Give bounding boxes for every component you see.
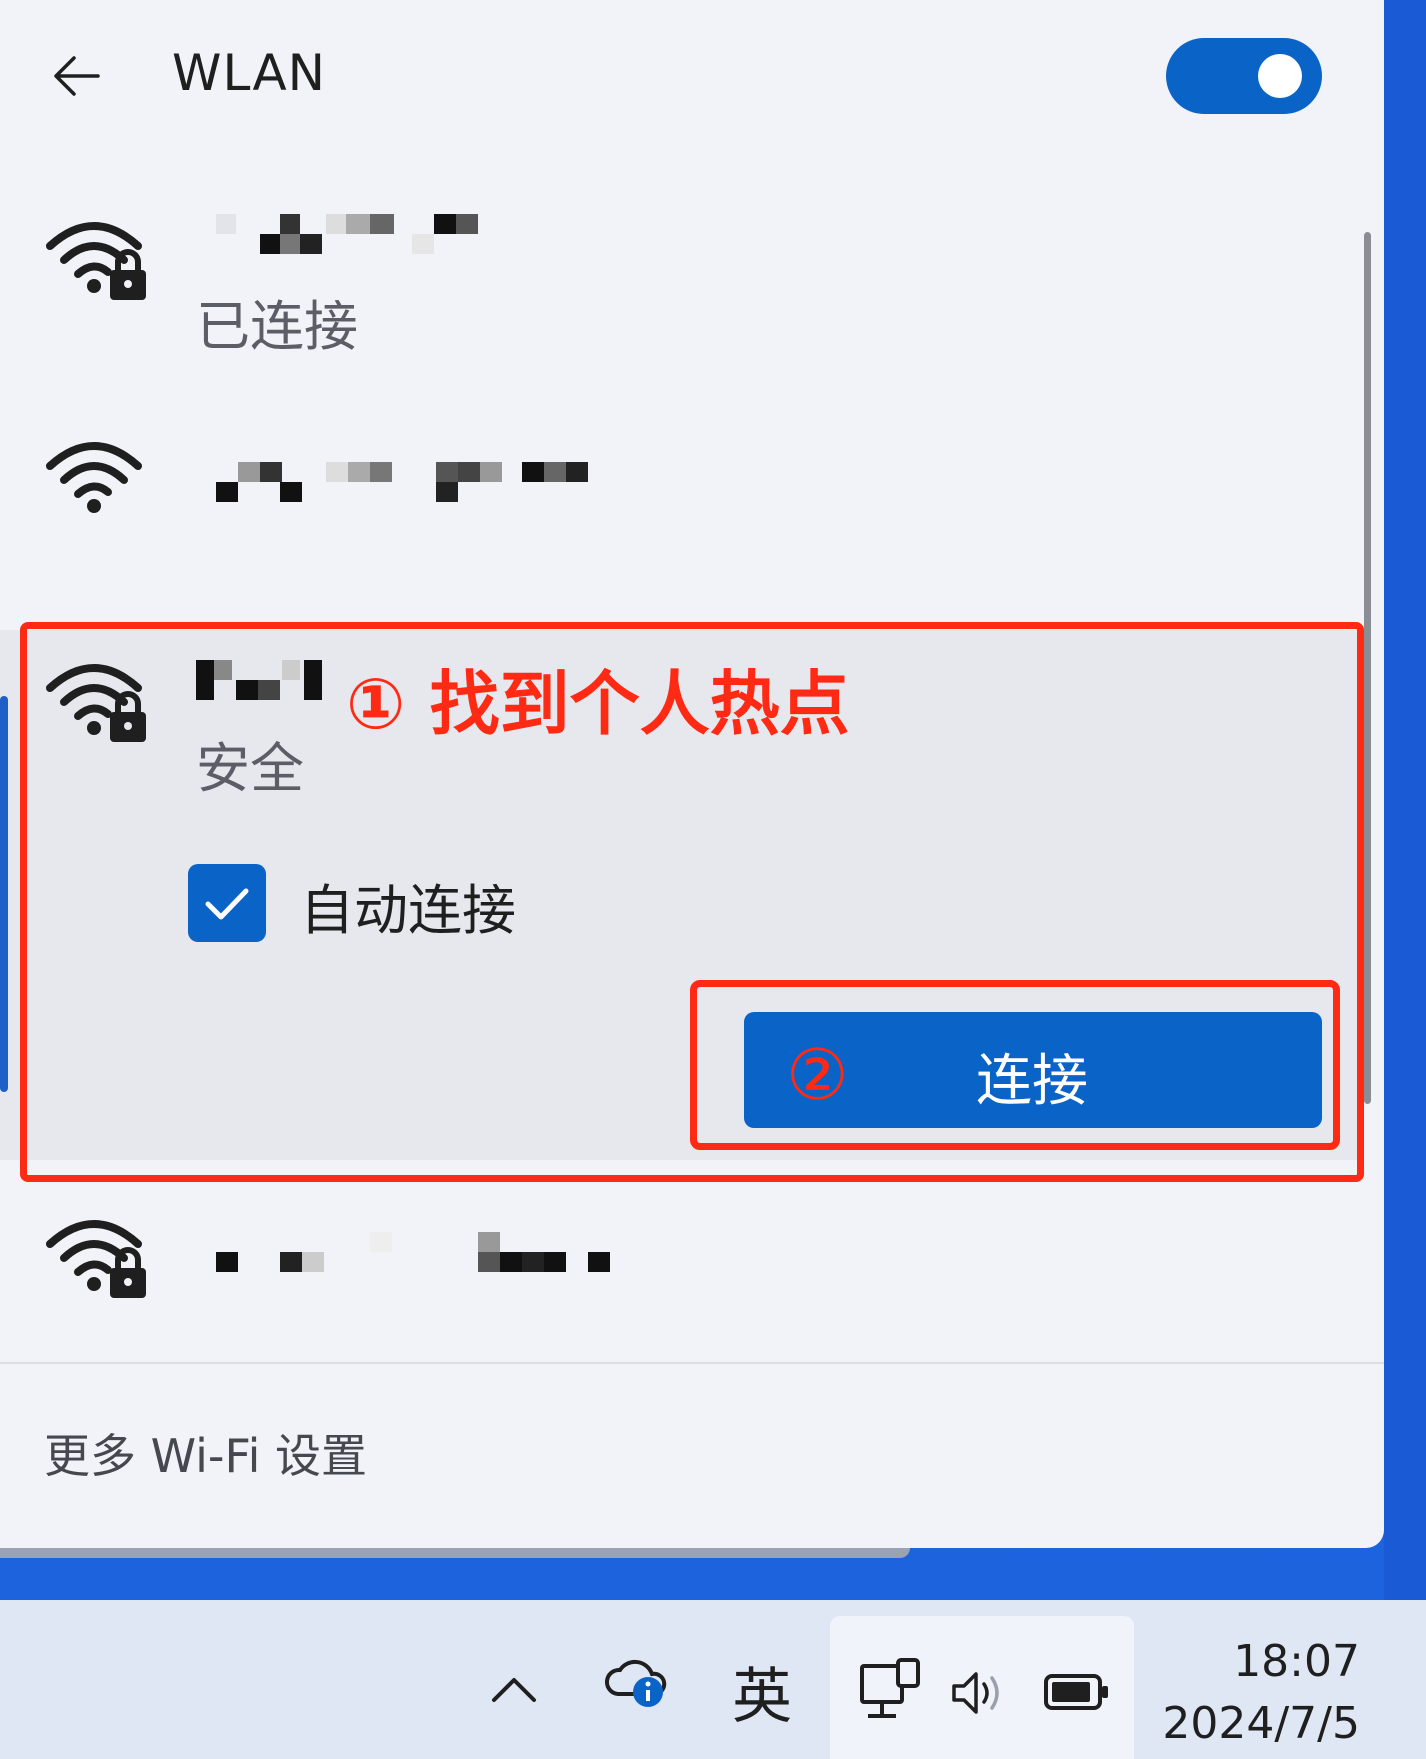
network-status: 已连接	[196, 295, 358, 358]
battery-icon	[1044, 1674, 1108, 1710]
network-item-connected[interactable]: 已连接	[0, 200, 1360, 370]
selection-indicator	[0, 696, 8, 1092]
more-wifi-settings-link[interactable]: 更多 Wi-Fi 设置	[44, 1420, 367, 1486]
input-method-indicator[interactable]: 英	[732, 1648, 792, 1735]
network-icon	[860, 1658, 920, 1718]
scrollbar[interactable]	[1364, 232, 1371, 1104]
clock-date[interactable]: 2024/7/5	[1162, 1698, 1360, 1749]
quick-settings-button[interactable]	[830, 1616, 1134, 1759]
wlan-toggle[interactable]	[1166, 38, 1322, 114]
taskbar: 英 18:07 2024/7/5	[0, 1600, 1426, 1759]
network-ssid-masked	[196, 214, 556, 264]
annotation-step1: ① 找到个人热点	[346, 663, 850, 745]
wifi-secured-icon	[46, 1220, 146, 1298]
clock-time[interactable]: 18:07	[1233, 1636, 1360, 1687]
network-ssid-masked	[196, 462, 656, 512]
panel-shadow	[0, 1548, 910, 1558]
back-arrow-icon[interactable]	[48, 46, 108, 106]
onedrive-cloud-icon[interactable]	[604, 1650, 670, 1710]
desktop-edge	[1384, 0, 1426, 1600]
flyout-header: WLAN	[0, 0, 1384, 150]
wifi-icon	[46, 442, 142, 513]
toggle-knob	[1258, 54, 1302, 98]
network-item[interactable]	[0, 420, 1360, 560]
network-ssid-masked	[196, 1232, 656, 1282]
annotation-step2: ②	[786, 1034, 849, 1116]
divider	[0, 1362, 1384, 1364]
wifi-secured-icon	[46, 222, 146, 300]
volume-icon	[952, 1672, 999, 1714]
page-title: WLAN	[172, 44, 327, 102]
network-item[interactable]	[0, 1200, 1360, 1340]
chevron-up-icon[interactable]	[486, 1670, 542, 1710]
